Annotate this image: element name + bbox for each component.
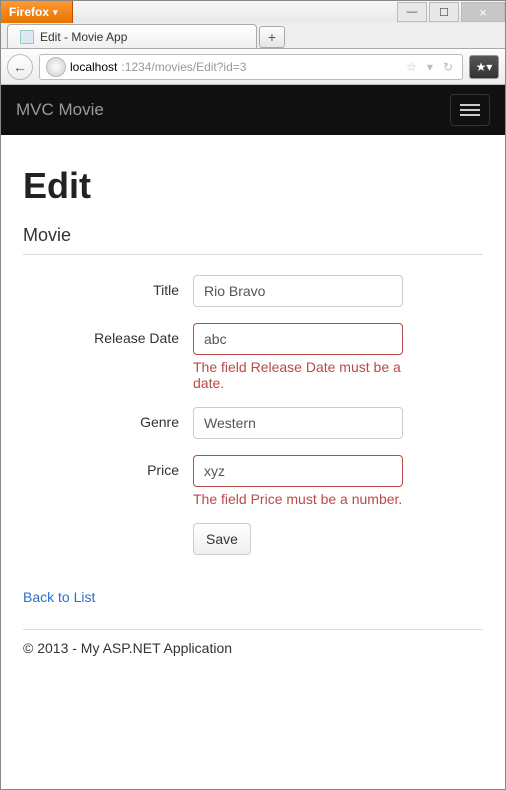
tab-title: Edit - Movie App <box>40 30 127 44</box>
browser-window: Firefox ▾ — ☐ × Edit - Movie App + ← loc… <box>0 0 506 790</box>
genre-label: Genre <box>23 407 193 439</box>
page-icon <box>20 30 34 44</box>
window-controls: — ☐ × <box>395 1 505 23</box>
navbar-toggle[interactable] <box>450 94 490 126</box>
url-path: :1234/movies/Edit?id=3 <box>121 60 246 74</box>
hamburger-bar-icon <box>460 114 480 116</box>
genre-input[interactable] <box>193 407 403 439</box>
address-bar[interactable]: localhost :1234/movies/Edit?id=3 ☆ ▾ ↻ <box>39 54 463 80</box>
footer-divider <box>23 629 483 630</box>
reload-icon[interactable]: ↻ <box>440 60 456 74</box>
page-viewport: MVC Movie Edit Movie Title Release Date <box>1 85 505 789</box>
history-dropdown-icon[interactable]: ▾ <box>424 60 436 74</box>
window-titlebar: Firefox ▾ — ☐ × <box>1 1 505 23</box>
hamburger-bar-icon <box>460 109 480 111</box>
minimize-icon: — <box>407 6 418 18</box>
minimize-button[interactable]: — <box>397 2 427 22</box>
plus-icon: + <box>268 29 276 45</box>
back-to-list-link[interactable]: Back to List <box>23 589 483 605</box>
save-button[interactable]: Save <box>193 523 251 555</box>
form-row-title: Title <box>23 275 483 307</box>
title-label: Title <box>23 275 193 307</box>
release-date-input[interactable] <box>193 323 403 355</box>
titlebar-spacer <box>73 1 395 23</box>
bookmark-star-icon[interactable]: ☆ <box>403 60 420 74</box>
form-row-price: Price The field Price must be a number. <box>23 455 483 507</box>
back-arrow-icon: ← <box>13 59 27 75</box>
new-tab-button[interactable]: + <box>259 26 285 48</box>
page-subtitle: Movie <box>23 225 483 246</box>
tab-strip: Edit - Movie App + <box>1 23 505 49</box>
price-error: The field Price must be a number. <box>193 491 433 507</box>
release-date-label: Release Date <box>23 323 193 391</box>
close-icon: × <box>479 5 487 20</box>
divider <box>23 254 483 255</box>
maximize-button[interactable]: ☐ <box>429 2 459 22</box>
url-host: localhost <box>70 60 117 74</box>
browser-toolbar: ← localhost:1234/movies/Edit?id=3 ☆ ▾ ↻ … <box>1 49 505 85</box>
bookmarks-menu-button[interactable]: ★▾ <box>469 55 499 79</box>
back-button[interactable]: ← <box>7 54 33 80</box>
app-navbar: MVC Movie <box>1 85 505 135</box>
close-button[interactable]: × <box>461 2 505 22</box>
form-row-release-date: Release Date The field Release Date must… <box>23 323 483 391</box>
price-input[interactable] <box>193 455 403 487</box>
maximize-icon: ☐ <box>439 6 449 19</box>
globe-icon <box>46 57 66 77</box>
footer-text: © 2013 - My ASP.NET Application <box>23 640 483 656</box>
firefox-label: Firefox <box>9 5 49 19</box>
page-title: Edit <box>23 165 483 207</box>
firefox-menu-button[interactable]: Firefox ▾ <box>1 1 73 23</box>
content-container: Edit Movie Title Release Date The field … <box>1 135 505 674</box>
form-row-genre: Genre <box>23 407 483 439</box>
release-date-error: The field Release Date must be a date. <box>193 359 433 391</box>
title-input[interactable] <box>193 275 403 307</box>
tab-edit-movie[interactable]: Edit - Movie App <box>7 24 257 48</box>
chevron-down-icon: ▾ <box>53 7 58 18</box>
bookmarks-icon: ★▾ <box>476 60 493 74</box>
hamburger-bar-icon <box>460 104 480 106</box>
price-label: Price <box>23 455 193 507</box>
navbar-brand[interactable]: MVC Movie <box>16 100 104 120</box>
